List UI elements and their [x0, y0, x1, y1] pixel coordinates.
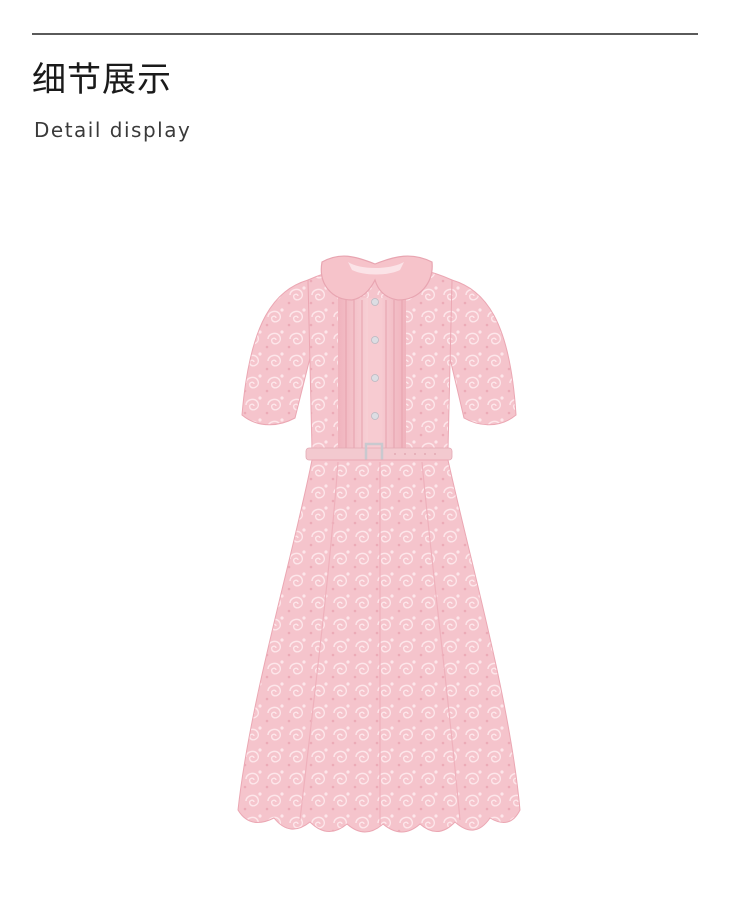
pink-lace-dress-image — [237, 255, 521, 833]
product-image — [220, 240, 540, 850]
section-title: 细节展示 — [32, 60, 172, 100]
section-divider — [32, 33, 698, 35]
section-subtitle: Detail display — [34, 118, 192, 142]
